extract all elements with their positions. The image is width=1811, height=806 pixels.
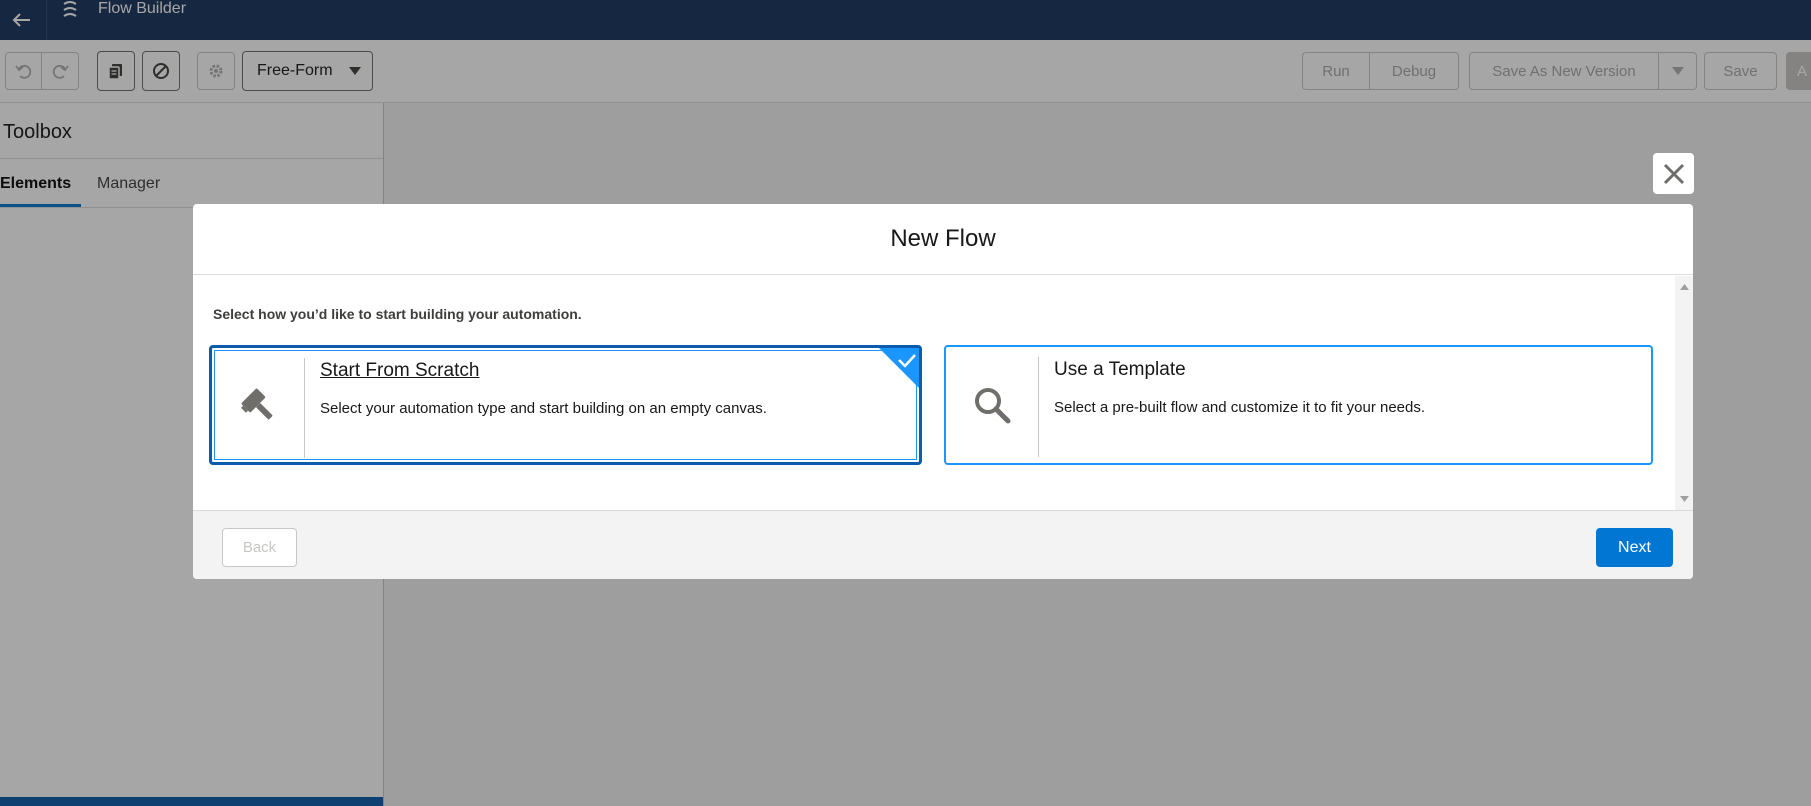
option-description: Select a pre-built flow and customize it… [1054, 399, 1426, 416]
modal-header: New Flow [193, 204, 1693, 275]
close-modal-button[interactable] [1653, 153, 1694, 194]
close-icon [1663, 163, 1684, 184]
option-use-a-template[interactable]: Use a Template Select a pre-built flow a… [944, 345, 1653, 465]
modal-body: Select how you’d like to start building … [193, 276, 1693, 510]
hammer-icon [241, 388, 273, 420]
scroll-down-icon[interactable] [1680, 496, 1689, 502]
option-description: Select your automation type and start bu… [320, 400, 767, 417]
option-start-from-scratch[interactable]: Start From Scratch Select your automatio… [209, 345, 922, 465]
scroll-up-icon[interactable] [1680, 284, 1689, 290]
selected-check-icon [879, 348, 919, 388]
option-title: Use a Template [1054, 359, 1186, 380]
option-title: Start From Scratch [320, 360, 480, 381]
card-divider [1038, 357, 1039, 457]
search-icon [975, 388, 1011, 424]
modal-footer: Back Next [193, 510, 1693, 579]
modal-scrollbar[interactable] [1675, 276, 1693, 510]
flow-builder-app: Flow Builder Free-Form Run Debug Save As… [0, 0, 1811, 806]
modal-instruction: Select how you’d like to start building … [213, 306, 582, 322]
modal-title: New Flow [890, 225, 996, 252]
card-divider [304, 358, 305, 458]
new-flow-modal: New Flow Select how you’d like to start … [193, 204, 1693, 579]
next-button[interactable]: Next [1596, 528, 1673, 567]
back-button[interactable]: Back [222, 528, 297, 567]
